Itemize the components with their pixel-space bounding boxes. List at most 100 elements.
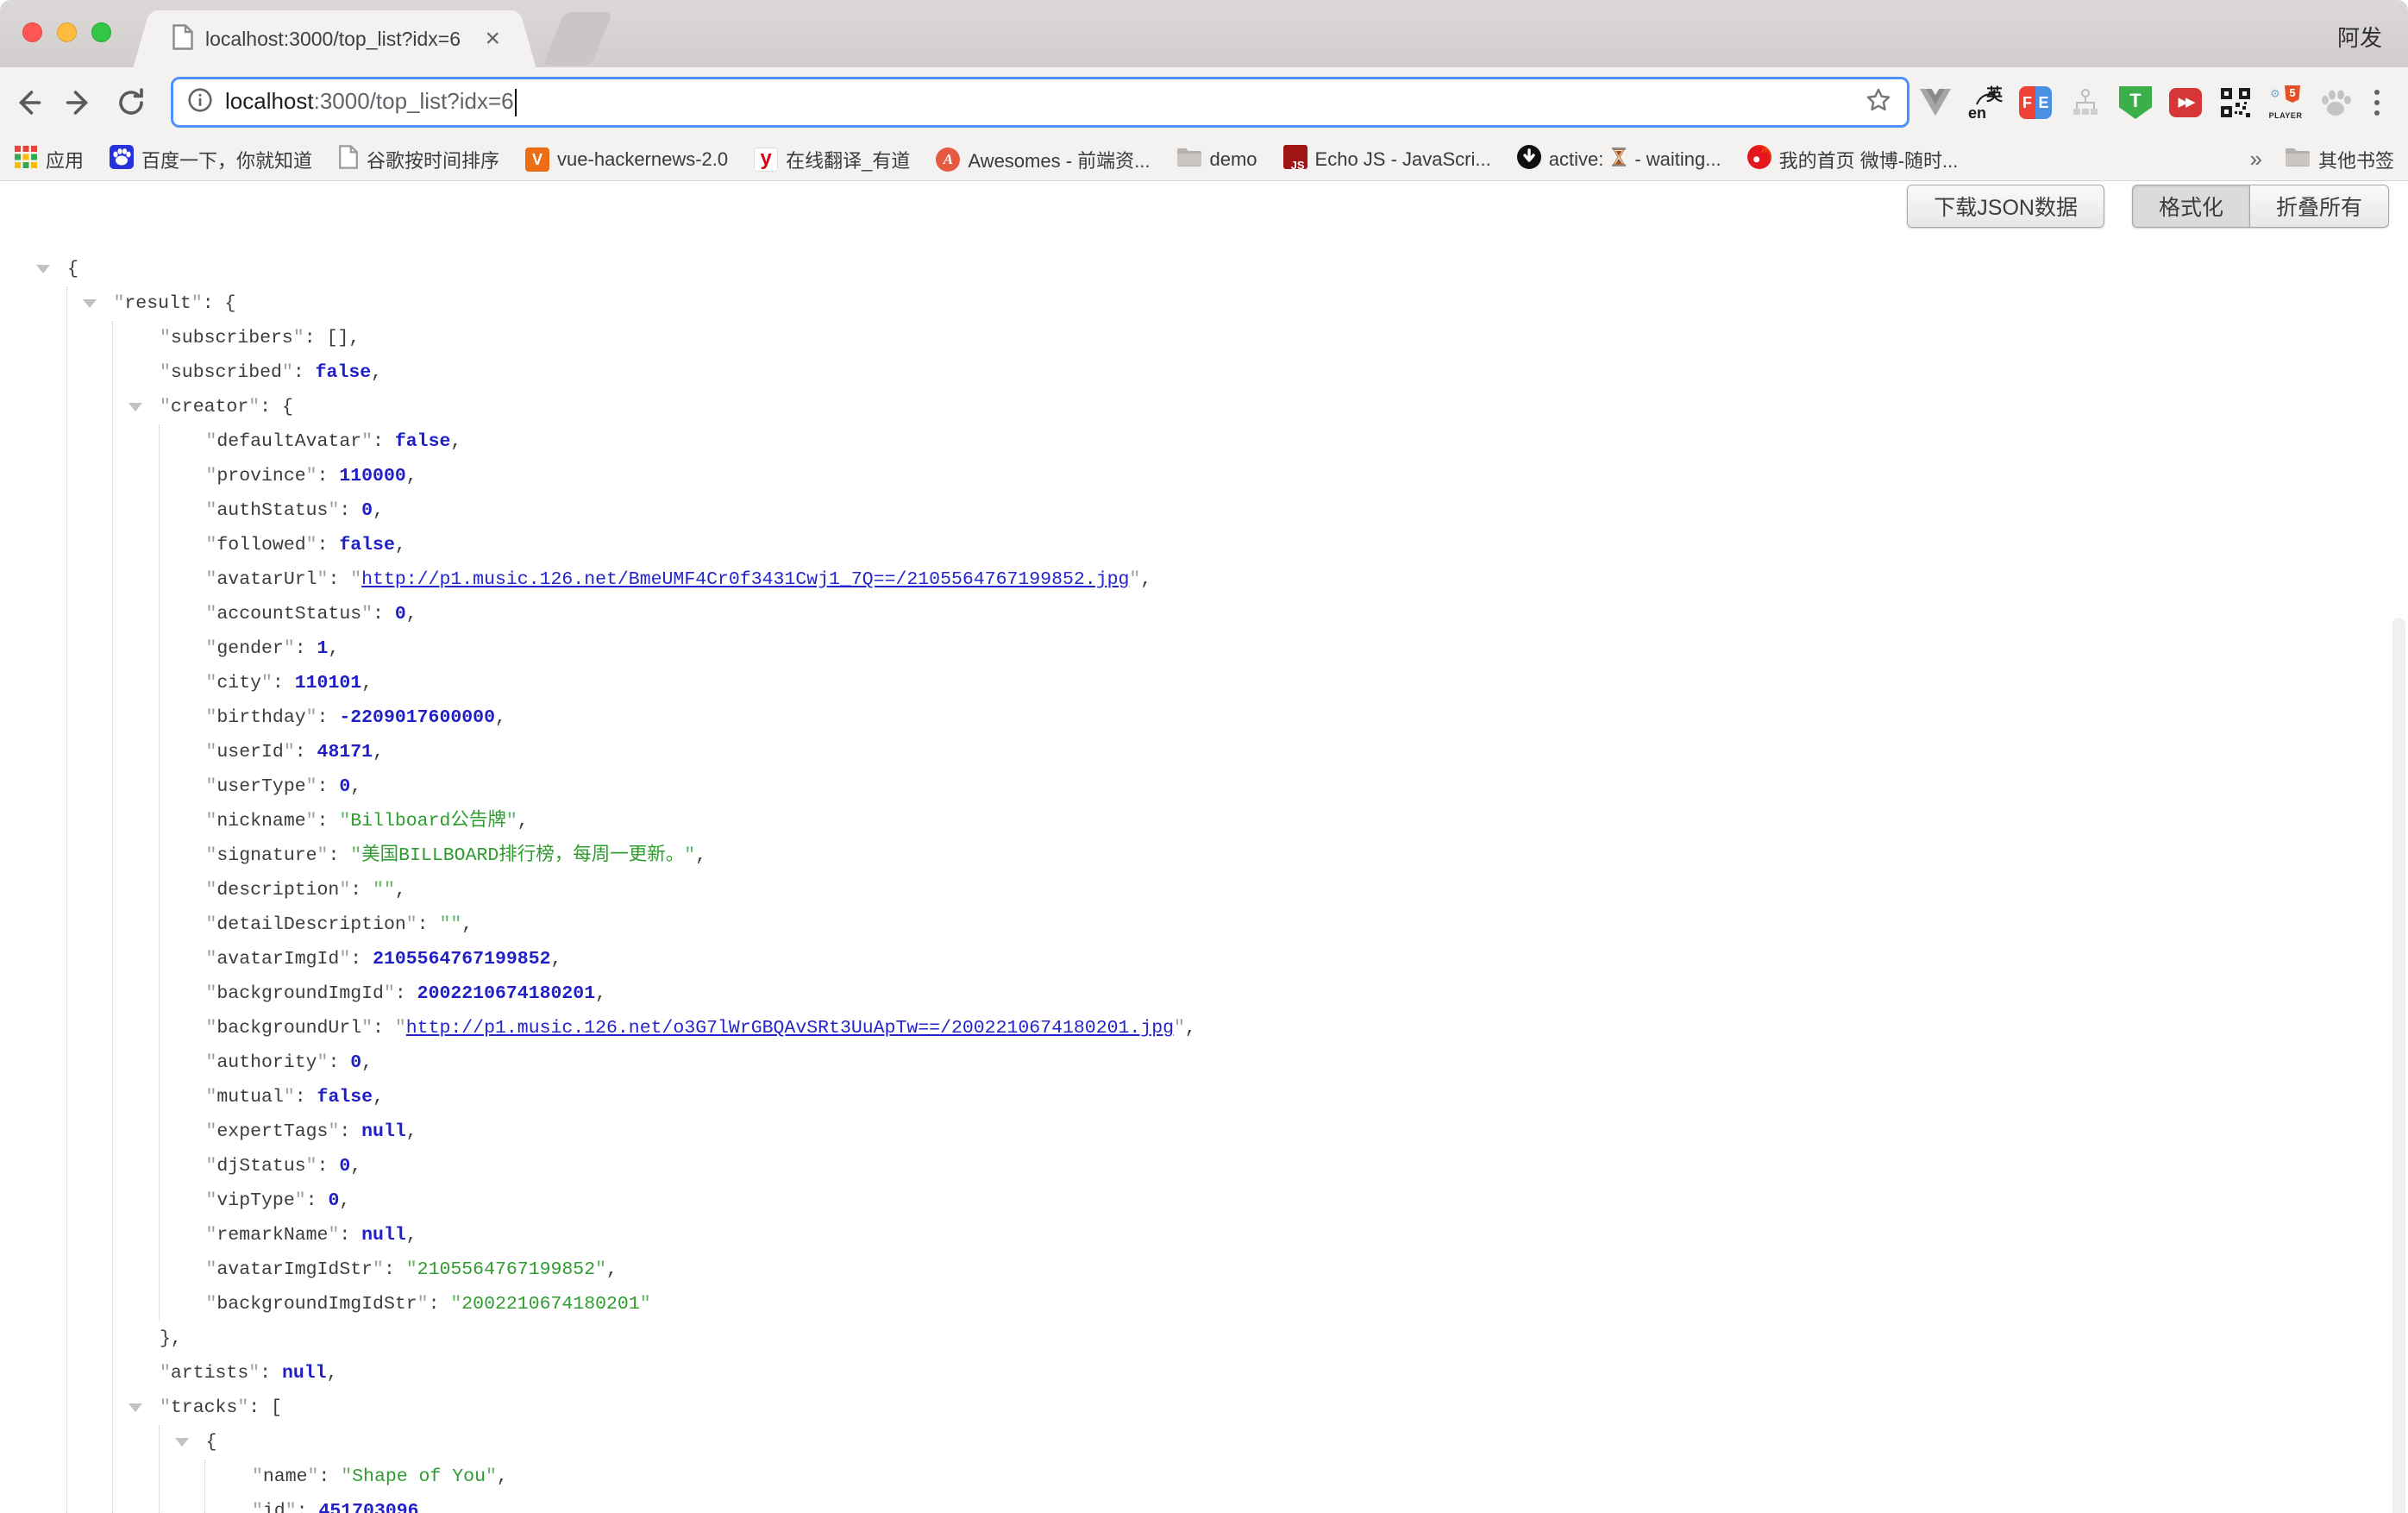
folder-icon xyxy=(1176,147,1202,172)
json-value: false xyxy=(317,1087,373,1108)
close-window-button[interactable] xyxy=(22,22,42,42)
collapse-triangle-icon[interactable] xyxy=(36,265,50,273)
paw-extension-icon[interactable] xyxy=(2318,85,2353,120)
json-value: 2002210674180201 xyxy=(417,983,595,1004)
json-key: description xyxy=(216,880,339,901)
extensions-area: 英en FE T ▶▶ ⚙5PLAYER xyxy=(1918,67,2353,138)
forward-button[interactable] xyxy=(55,78,103,127)
address-bar[interactable]: localhost:3000/top_list?idx=6 xyxy=(171,77,1909,128)
new-tab-button[interactable] xyxy=(542,12,612,66)
zoom-window-button[interactable] xyxy=(91,22,111,42)
bookmark-item[interactable]: 〃我的首页 微博-随时... xyxy=(1747,145,1959,173)
json-line: "subscribers": [], xyxy=(0,321,2408,355)
json-key: remarkName xyxy=(216,1225,328,1246)
bookmark-label: 我的首页 微博-随时... xyxy=(1779,146,1959,173)
html5-player-extension-icon[interactable]: ⚙5PLAYER xyxy=(2268,85,2303,120)
json-line: "gender": 1, xyxy=(0,631,2408,666)
collapse-triangle-icon[interactable] xyxy=(83,299,97,308)
json-value: 0 xyxy=(328,1190,339,1211)
json-key: expertTags xyxy=(216,1121,328,1142)
json-value: 0 xyxy=(339,776,350,797)
json-key: avatarImgIdStr xyxy=(216,1259,373,1280)
back-button[interactable] xyxy=(3,78,52,127)
json-value: 0 xyxy=(395,604,406,625)
json-value: 2105564767199852 xyxy=(373,949,550,970)
json-line: "signature": "美国BILLBOARD排行榜，每周一更新。", xyxy=(0,838,2408,873)
json-key: tracks xyxy=(171,1397,237,1418)
json-line: "backgroundUrl": "http://p1.music.126.ne… xyxy=(0,1011,2408,1045)
json-line: "city": 110101, xyxy=(0,666,2408,700)
translate-extension-icon[interactable]: 英en xyxy=(1968,85,2003,120)
json-link[interactable]: http://p1.music.126.net/o3G7lWrGBQAvSRt3… xyxy=(406,1018,1174,1039)
collapse-all-button[interactable]: 折叠所有 xyxy=(2249,185,2389,228)
bookmark-star-icon[interactable] xyxy=(1864,85,1893,119)
bookmark-item[interactable]: 谷歌按时间排序 xyxy=(338,145,499,173)
bookmarks-overflow-chevron[interactable]: » xyxy=(2250,146,2262,173)
collapse-triangle-icon[interactable] xyxy=(129,403,142,411)
page-info-icon[interactable] xyxy=(187,87,213,117)
json-key: result xyxy=(124,293,191,314)
collapse-triangle-icon[interactable] xyxy=(175,1438,189,1447)
weibo-icon: 〃 xyxy=(1747,145,1772,173)
json-value: Billboard公告牌 xyxy=(350,811,506,832)
qr-code-extension-icon[interactable] xyxy=(2218,85,2253,120)
echojs-icon: JS xyxy=(1283,145,1307,173)
json-value: false xyxy=(395,431,451,452)
folder-icon xyxy=(2285,147,2311,172)
json-value: 1 xyxy=(317,638,329,659)
bookmark-item[interactable]: demo xyxy=(1176,147,1257,172)
json-line: "accountStatus": 0, xyxy=(0,597,2408,631)
url-host: localhost xyxy=(225,88,314,114)
vue-devtools-extension-icon[interactable] xyxy=(1918,85,1953,120)
bookmark-item[interactable]: JSEcho JS - JavaScri... xyxy=(1283,145,1491,173)
url-path: :3000/top_list?idx=6 xyxy=(314,88,514,114)
bookmark-item[interactable]: active:- waiting... xyxy=(1517,145,1721,173)
bookmark-item[interactable]: AAwesomes - 前端资... xyxy=(936,146,1150,173)
json-key: name xyxy=(263,1466,308,1487)
json-line: "name": "Shape of You", xyxy=(0,1460,2408,1494)
download-json-button[interactable]: 下载JSON数据 xyxy=(1907,185,2104,228)
minimize-window-button[interactable] xyxy=(57,22,77,42)
json-value: null xyxy=(282,1363,327,1384)
sitemap-extension-icon[interactable] xyxy=(2068,85,2103,120)
profile-name[interactable]: 阿发 xyxy=(2337,21,2382,53)
bookmark-label: demo xyxy=(1210,148,1257,171)
youdao-icon: y xyxy=(754,148,778,172)
bookmark-item[interactable]: Vvue-hackernews-2.0 xyxy=(525,148,728,172)
doc-icon xyxy=(338,145,359,173)
json-value: 0 xyxy=(339,1156,350,1177)
browser-menu-icon[interactable] xyxy=(2361,85,2392,121)
collapse-triangle-icon[interactable] xyxy=(129,1403,142,1412)
vertical-scrollbar[interactable] xyxy=(2392,618,2405,1513)
active-tab[interactable]: localhost:3000/top_list?idx=6 × xyxy=(155,10,514,67)
tab-close-icon[interactable]: × xyxy=(480,26,505,52)
json-key: backgroundImgIdStr xyxy=(216,1294,417,1315)
bookmark-label: 百度一下，你就知道 xyxy=(141,146,312,173)
json-key: avatarImgId xyxy=(216,949,339,970)
reload-button[interactable] xyxy=(107,78,155,127)
json-key: mutual xyxy=(216,1087,283,1108)
bookmark-label: 谷歌按时间排序 xyxy=(367,146,499,173)
bookmark-item[interactable]: 应用 xyxy=(14,145,84,173)
video-downloader-extension-icon[interactable]: ▶▶ xyxy=(2168,85,2203,120)
fe-helper-extension-icon[interactable]: FE xyxy=(2018,85,2053,120)
json-link[interactable]: http://p1.music.126.net/BmeUMF4Cr0f3431C… xyxy=(361,569,1129,590)
json-line: "creator": { xyxy=(0,390,2408,424)
json-value: 110101 xyxy=(295,673,361,694)
bookmark-label: active: xyxy=(1549,148,1604,171)
json-key: id xyxy=(263,1501,285,1513)
url-text[interactable]: localhost:3000/top_list?idx=6 xyxy=(225,88,1864,116)
json-key: userType xyxy=(216,776,305,797)
window-controls xyxy=(22,22,111,42)
other-bookmarks-folder[interactable]: 其他书签 xyxy=(2285,146,2394,173)
json-key: nickname xyxy=(216,811,305,832)
format-button[interactable]: 格式化 xyxy=(2132,185,2249,228)
json-line: "vipType": 0, xyxy=(0,1183,2408,1218)
tampermonkey-extension-icon[interactable]: T xyxy=(2118,85,2153,120)
json-line: }, xyxy=(0,1322,2408,1356)
bookmark-item[interactable]: y在线翻译_有道 xyxy=(754,146,910,173)
json-line: "description": "", xyxy=(0,873,2408,907)
bookmark-item[interactable]: 百度一下，你就知道 xyxy=(110,145,312,173)
json-line: "avatarUrl": "http://p1.music.126.net/Bm… xyxy=(0,562,2408,597)
json-key: city xyxy=(216,673,261,694)
